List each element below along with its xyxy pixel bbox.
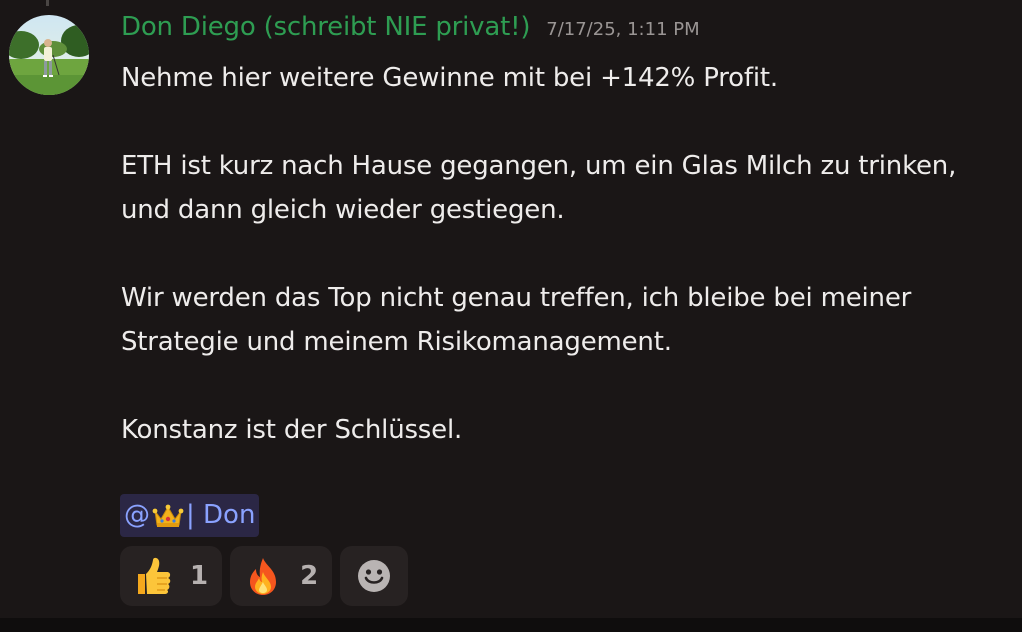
message-container: Don Diego (schreibt NIE privat!) 7/17/25… <box>0 0 1022 618</box>
message-paragraph: Nehme hier weitere Gewinne mit bei +142%… <box>121 63 778 93</box>
mention-prefix: @ <box>124 500 150 530</box>
message-paragraph: Wir werden das Top nicht genau treffen, … <box>121 283 912 357</box>
reaction-fire[interactable]: 2 <box>230 546 333 606</box>
thread-connector <box>46 0 49 6</box>
bottom-divider <box>0 618 1022 632</box>
thumbs-up-icon <box>134 556 172 596</box>
reaction-thumbs-up[interactable]: 1 <box>120 546 223 606</box>
add-reaction-button[interactable] <box>340 546 409 606</box>
message-timestamp[interactable]: 7/17/25, 1:11 PM <box>546 19 699 40</box>
fire-icon <box>244 556 282 596</box>
crown-icon <box>152 503 184 529</box>
author-name[interactable]: Don Diego (schreibt NIE privat!) <box>121 12 530 42</box>
avatar-image <box>9 15 89 95</box>
message-header: Don Diego (schreibt NIE privat!) 7/17/25… <box>121 12 700 52</box>
reaction-count: 1 <box>190 561 209 591</box>
message-paragraph: Konstanz ist der Schlüssel. <box>121 415 463 445</box>
reaction-count: 2 <box>300 561 319 591</box>
mention-label: | Don <box>186 500 256 530</box>
reaction-bar: 1 2 <box>120 546 409 606</box>
message-paragraph: ETH ist kurz nach Hause gegangen, um ein… <box>121 151 957 225</box>
avatar[interactable] <box>9 15 89 95</box>
message-body: Nehme hier weitere Gewinne mit bei +142%… <box>121 56 1011 496</box>
smiley-icon <box>357 559 391 593</box>
user-mention[interactable]: @ | Don <box>120 494 260 537</box>
